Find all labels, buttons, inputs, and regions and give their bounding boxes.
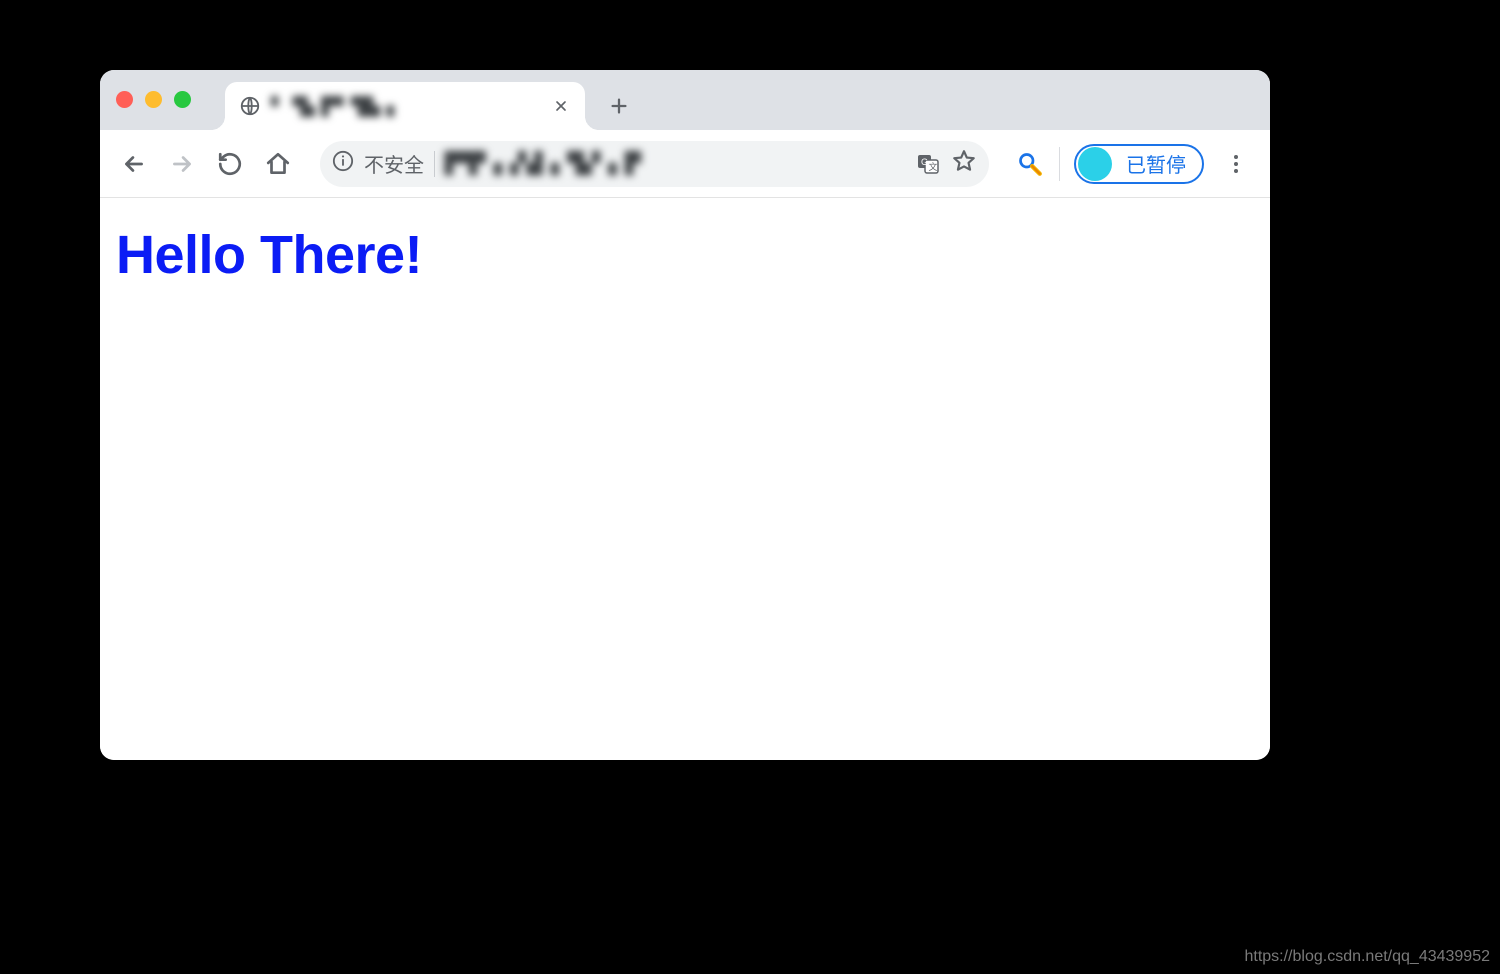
watermark: https://blog.csdn.net/qq_43439952 (1244, 948, 1490, 966)
page-heading: Hello There! (116, 224, 1254, 286)
new-tab-button[interactable] (599, 86, 639, 126)
site-info-icon[interactable] (332, 150, 354, 177)
browser-window: ▘▝▙ ▛▘▜▙ ▖ (100, 70, 1270, 760)
omnibox-divider (434, 151, 435, 177)
window-minimize-button[interactable] (145, 91, 162, 108)
address-bar[interactable]: 不安全 ▛▜▘▖▞▟▗▝▙▘▖▛ G文 (320, 141, 989, 187)
forward-button[interactable] (160, 142, 204, 186)
reload-button[interactable] (208, 142, 252, 186)
window-controls (116, 91, 191, 108)
insecure-label: 不安全 (364, 149, 424, 178)
close-tab-button[interactable] (551, 96, 571, 116)
globe-icon (239, 95, 261, 117)
profile-chip[interactable]: 已暂停 (1074, 144, 1204, 184)
back-button[interactable] (112, 142, 156, 186)
avatar (1078, 147, 1112, 181)
toolbar: 不安全 ▛▜▘▖▞▟▗▝▙▘▖▛ G文 已暂停 (100, 130, 1270, 198)
browser-tab[interactable]: ▘▝▙ ▛▘▜▙ ▖ (225, 82, 585, 130)
tab-strip: ▘▝▙ ▛▘▜▙ ▖ (100, 70, 1270, 130)
svg-text:G: G (921, 157, 928, 167)
window-close-button[interactable] (116, 91, 133, 108)
bookmark-star-icon[interactable] (951, 148, 977, 179)
chrome-menu-button[interactable] (1214, 142, 1258, 186)
home-button[interactable] (256, 142, 300, 186)
extension-icon[interactable] (1015, 149, 1045, 179)
url-text: ▛▜▘▖▞▟▗▝▙▘▖▛ (445, 151, 642, 176)
translate-icon[interactable]: G文 (915, 151, 941, 177)
toolbar-separator (1059, 147, 1060, 181)
tab-title: ▘▝▙ ▛▘▜▙ ▖ (271, 96, 541, 117)
svg-text:文: 文 (929, 161, 938, 172)
page-viewport: Hello There! (100, 198, 1270, 760)
window-maximize-button[interactable] (174, 91, 191, 108)
profile-status-label: 已暂停 (1126, 149, 1186, 178)
